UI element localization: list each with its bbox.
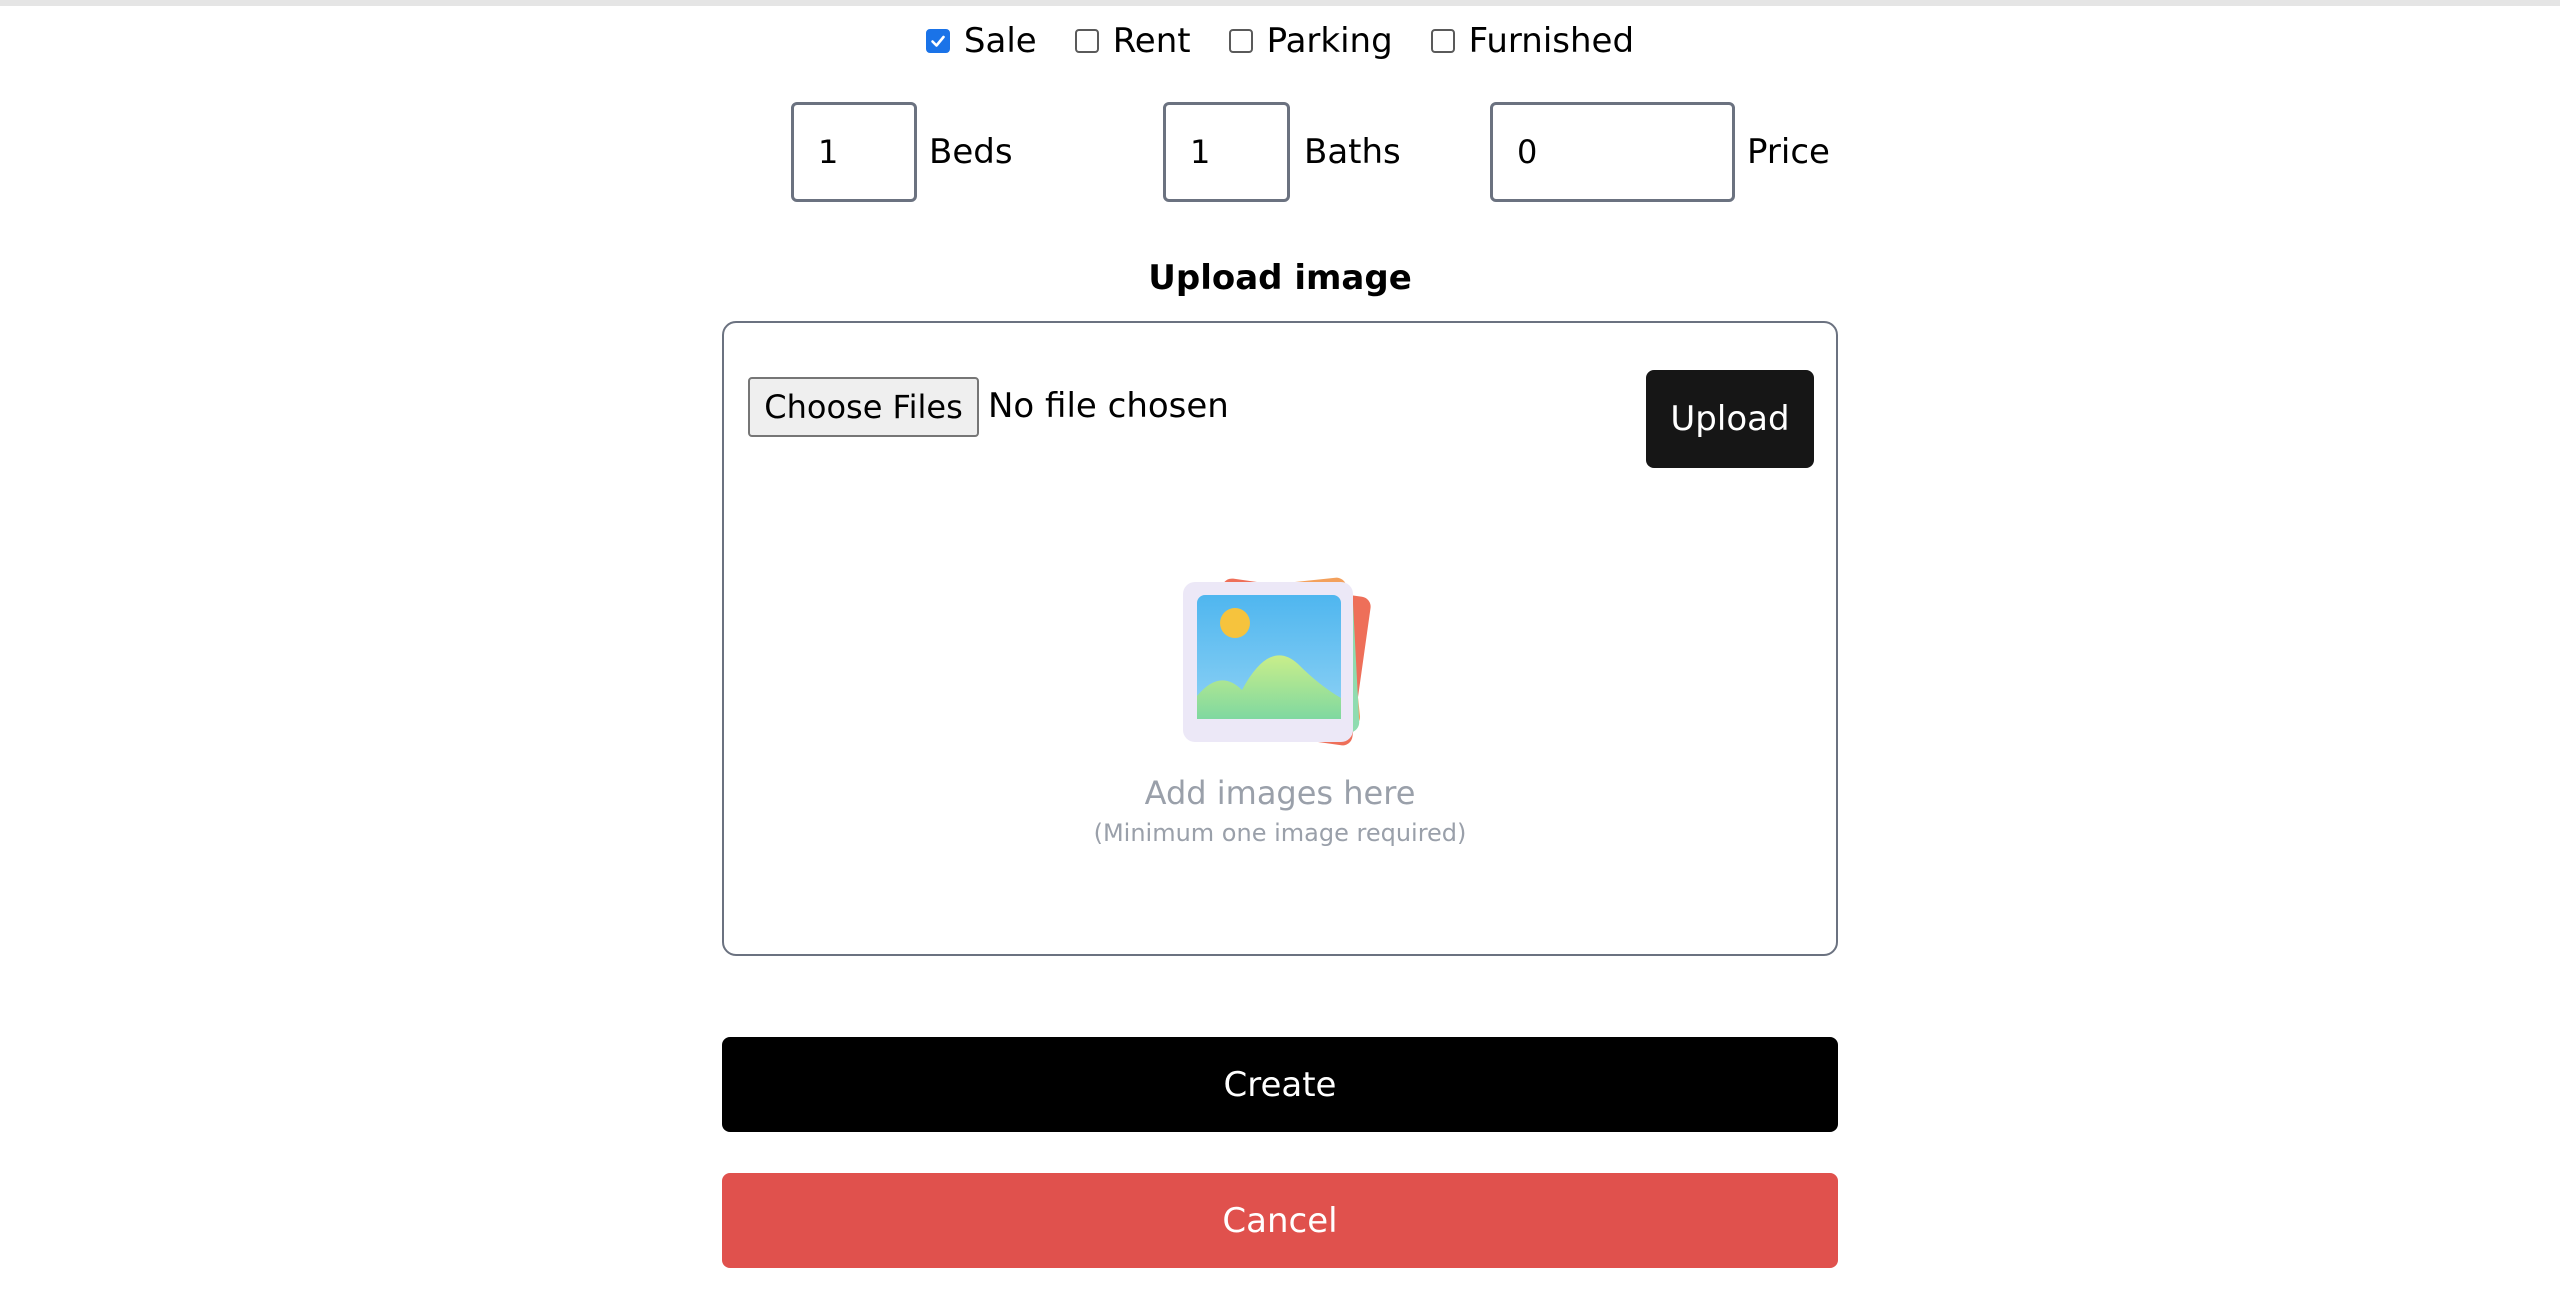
beds-value: 1 — [818, 133, 839, 171]
furnished-label: Furnished — [1468, 21, 1635, 61]
parking-checkbox[interactable] — [1228, 29, 1253, 53]
sale-checkbox[interactable] — [925, 29, 950, 53]
baths-input[interactable]: 1 — [1163, 102, 1290, 202]
listing-form-page: Sale Rent Parking Furnished 1 Beds 1 Bat… — [0, 0, 2560, 1316]
upload-section-title: Upload image — [1148, 258, 1412, 298]
baths-label: Baths — [1304, 132, 1401, 172]
option-parking[interactable]: Parking — [1228, 21, 1393, 61]
sale-label: Sale — [963, 21, 1037, 61]
window-top-border — [0, 0, 2560, 6]
dropzone-hint: (Minimum one image required) — [1093, 819, 1467, 847]
choose-files-button[interactable]: Choose Files — [748, 377, 979, 437]
beds-label: Beds — [929, 132, 1013, 172]
rent-label: Rent — [1112, 21, 1191, 61]
price-value: 0 — [1517, 133, 1538, 171]
option-sale[interactable]: Sale — [925, 21, 1037, 61]
listing-options-row: Sale Rent Parking Furnished — [0, 18, 2560, 64]
check-icon — [931, 35, 945, 47]
baths-value: 1 — [1190, 133, 1211, 171]
dropzone-heading: Add images here — [1144, 774, 1416, 812]
upload-button[interactable]: Upload — [1646, 370, 1814, 468]
price-input[interactable]: 0 — [1490, 102, 1735, 202]
image-placeholder-icon — [1183, 577, 1371, 746]
furnished-checkbox[interactable] — [1430, 29, 1455, 53]
price-label: Price — [1747, 132, 1830, 172]
option-rent[interactable]: Rent — [1074, 21, 1191, 61]
file-status-text: No file chosen — [988, 386, 1229, 426]
beds-input[interactable]: 1 — [791, 102, 917, 202]
create-button[interactable]: Create — [722, 1037, 1838, 1132]
cancel-button[interactable]: Cancel — [722, 1173, 1838, 1268]
parking-label: Parking — [1266, 21, 1393, 61]
rent-checkbox[interactable] — [1074, 29, 1099, 53]
option-furnished[interactable]: Furnished — [1430, 21, 1635, 61]
